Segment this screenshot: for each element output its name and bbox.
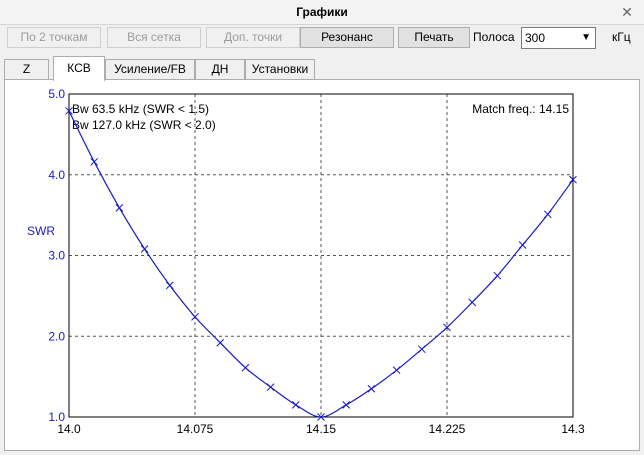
bandwidth-annotation-2: Bw 127.0 kHz (SWR < 2.0) [72, 118, 216, 132]
extra-points-button[interactable]: Доп. точки [206, 27, 300, 48]
data-point-marker [493, 271, 502, 280]
band-label: Полоса [473, 30, 515, 44]
y-tick-label: 3.0 [48, 249, 65, 263]
tab-settings[interactable]: Установки [245, 59, 315, 79]
band-select-value: 300 [525, 31, 546, 45]
y-axis-label: SWR [27, 224, 55, 238]
y-tick-label: 5.0 [48, 87, 65, 101]
data-point-marker [90, 157, 99, 166]
close-icon[interactable]: ✕ [616, 3, 638, 21]
tab-gain-fb[interactable]: Усиление/FB [105, 59, 195, 79]
data-point-marker [342, 401, 351, 409]
tab-z[interactable]: Z [4, 59, 49, 79]
window-title: Графики [0, 0, 644, 25]
swr-tab-panel: 14.0 14.075 14.15 14.225 14.3 1.0 2.0 3.0 4.0 5.0… [4, 79, 640, 451]
data-point-marker [417, 345, 426, 354]
data-point-marker [191, 313, 199, 321]
data-point-marker [140, 245, 149, 253]
y-tick-label: 2.0 [48, 329, 65, 343]
resonance-button[interactable]: Резонанс [300, 27, 394, 48]
chevron-down-icon[interactable]: ▼ [581, 30, 591, 46]
band-select[interactable]: 300 ▼ [521, 27, 596, 49]
y-tick-label: 1.0 [48, 410, 65, 424]
data-point-marker [115, 204, 124, 212]
data-point-marker [291, 401, 300, 409]
data-point-marker [241, 363, 250, 372]
band-unit-label: кГц [612, 30, 631, 44]
data-point-marker [266, 383, 275, 391]
all-grid-button[interactable]: Вся сетка [107, 27, 201, 48]
data-point-marker [518, 241, 527, 249]
swr-chart: 14.0 14.075 14.15 14.225 14.3 1.0 2.0 3.0 4.0 5.0… [27, 87, 585, 436]
window-title-text: Графики [296, 5, 348, 19]
tab-pattern[interactable]: ДН [195, 59, 245, 79]
data-point-marker [165, 281, 174, 290]
tab-swr[interactable]: КСВ [53, 56, 105, 81]
x-tick-label: 14.3 [561, 422, 585, 436]
two-points-button[interactable]: По 2 точкам [7, 27, 101, 48]
data-point-marker [216, 338, 225, 347]
x-tick-label: 14.225 [429, 422, 466, 436]
x-tick-label: 14.15 [306, 422, 336, 436]
x-tick-label: 14.0 [57, 422, 81, 436]
x-tick-label: 14.075 [177, 422, 214, 436]
y-tick-label: 4.0 [48, 168, 65, 182]
match-freq-annotation: Match freq.: 14.15 [472, 102, 569, 116]
bandwidth-annotation-1: Bw 63.5 kHz (SWR < 1.5) [72, 102, 209, 116]
print-button[interactable]: Печать [398, 27, 470, 48]
data-point-marker [392, 366, 401, 375]
data-point-marker [367, 384, 376, 393]
data-point-marker [543, 210, 552, 219]
data-point-marker [468, 298, 477, 307]
